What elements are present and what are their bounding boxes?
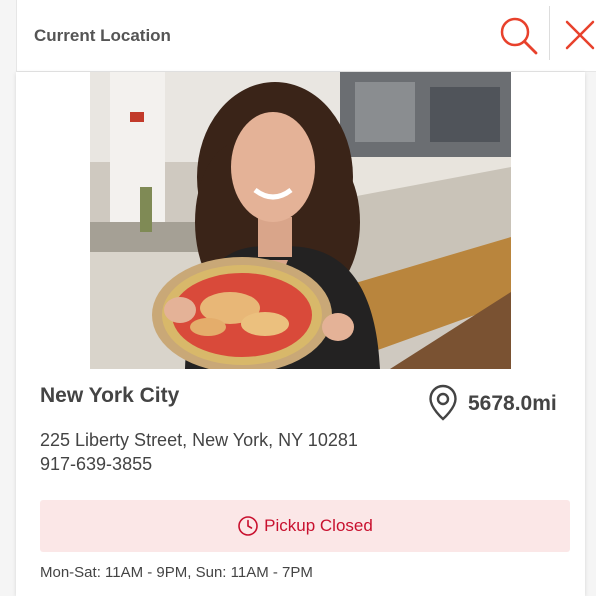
search-input[interactable] [17, 0, 487, 71]
pickup-status-label: Pickup Closed [264, 516, 373, 535]
search-icon [500, 17, 538, 55]
location-phone[interactable]: 917-639-3855 [40, 452, 152, 476]
location-photo [90, 72, 511, 369]
close-button[interactable] [561, 16, 596, 54]
location-address: 225 Liberty Street, New York, NY 10281 [40, 430, 358, 450]
store-hours: Mon-Sat: 11AM - 9PM, Sun: 11AM - 7PM [40, 564, 313, 581]
clock-icon [238, 516, 258, 536]
search-bar [16, 0, 596, 72]
search-button[interactable] [497, 14, 541, 58]
close-icon [565, 20, 595, 50]
map-pin-icon [429, 384, 457, 421]
toolbar-divider [549, 6, 550, 60]
location-distance: 5678.0mi [468, 392, 557, 415]
location-name: New York City [40, 384, 180, 407]
location-card[interactable]: New York City 5678.0mi 225 Liberty Stree… [16, 72, 585, 596]
pickup-status-badge: Pickup Closed [40, 500, 570, 552]
